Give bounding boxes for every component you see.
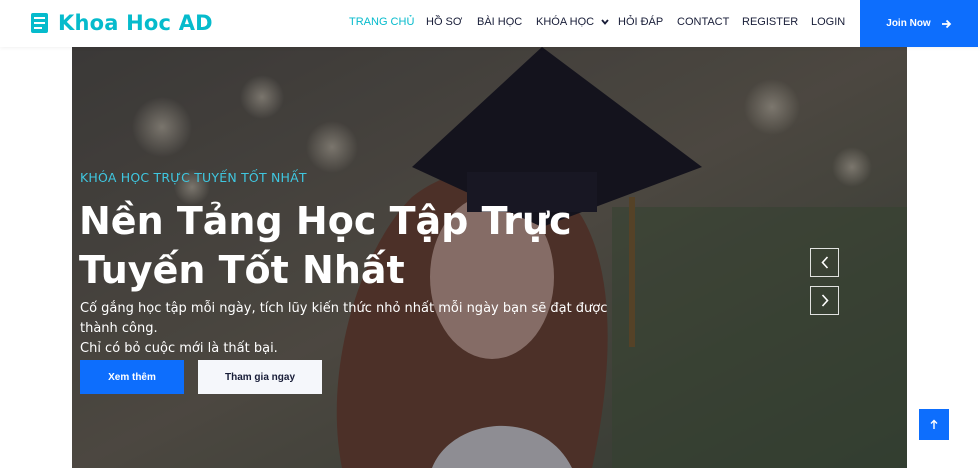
nav-ho-so[interactable]: HỒ SƠ [426,16,462,28]
hero-description: Cố gắng học tập mỗi ngày, tích lũy kiến … [80,299,640,359]
back-to-top-button[interactable] [919,409,949,440]
hero-carousel: KHÓA HỌC TRỰC TUYẾN TỐT NHẤT Nền Tảng Họ… [72,47,907,468]
join-now-label: Join Now [886,18,931,29]
read-more-button[interactable]: Xem thêm [80,360,184,394]
join-now-button[interactable]: Join Now [860,0,978,47]
chevron-left-icon [820,256,828,269]
arrow-up-icon [930,419,938,429]
carousel-prev-button[interactable] [810,248,839,277]
hero-description-line-1: Cố gắng học tập mỗi ngày, tích lũy kiến … [80,301,608,336]
nav-trang-chu[interactable]: TRANG CHỦ [349,16,414,28]
carousel-next-button[interactable] [810,286,839,315]
nav-register[interactable]: REGISTER [742,16,798,28]
hero-description-line-2: Chỉ có bỏ cuộc mới là thất bại. [80,341,278,356]
join-now-hero-button[interactable]: Tham gia ngay [198,360,322,394]
nav-khoa-hoc-dropdown[interactable]: KHÓA HỌC [536,16,609,28]
book-icon [31,13,48,33]
brand-name: Khoa Hoc AD [58,11,213,35]
chevron-down-icon [601,19,609,25]
top-navbar: Khoa Hoc AD TRANG CHỦ HỒ SƠ BÀI HỌC KHÓA… [0,0,980,47]
nav-login[interactable]: LOGIN [811,16,845,28]
nav-bai-hoc[interactable]: BÀI HỌC [477,16,522,28]
arrow-right-icon [941,19,951,28]
hero-eyebrow: KHÓA HỌC TRỰC TUYẾN TỐT NHẤT [80,170,307,185]
nav-hoi-dap[interactable]: HỎI ĐÁP [618,16,663,28]
nav-contact[interactable]: CONTACT [677,16,729,28]
hero-title: Nền Tảng Học Tập Trực Tuyến Tốt Nhất [79,197,599,295]
chevron-right-icon [821,294,829,307]
hero-title-line-2: Tuyến Tốt Nhất [79,248,405,292]
hero-title-line-1: Nền Tảng Học Tập Trực [79,199,572,243]
nav-khoa-hoc-label: KHÓA HỌC [536,16,595,28]
brand-logo[interactable]: Khoa Hoc AD [30,11,213,35]
